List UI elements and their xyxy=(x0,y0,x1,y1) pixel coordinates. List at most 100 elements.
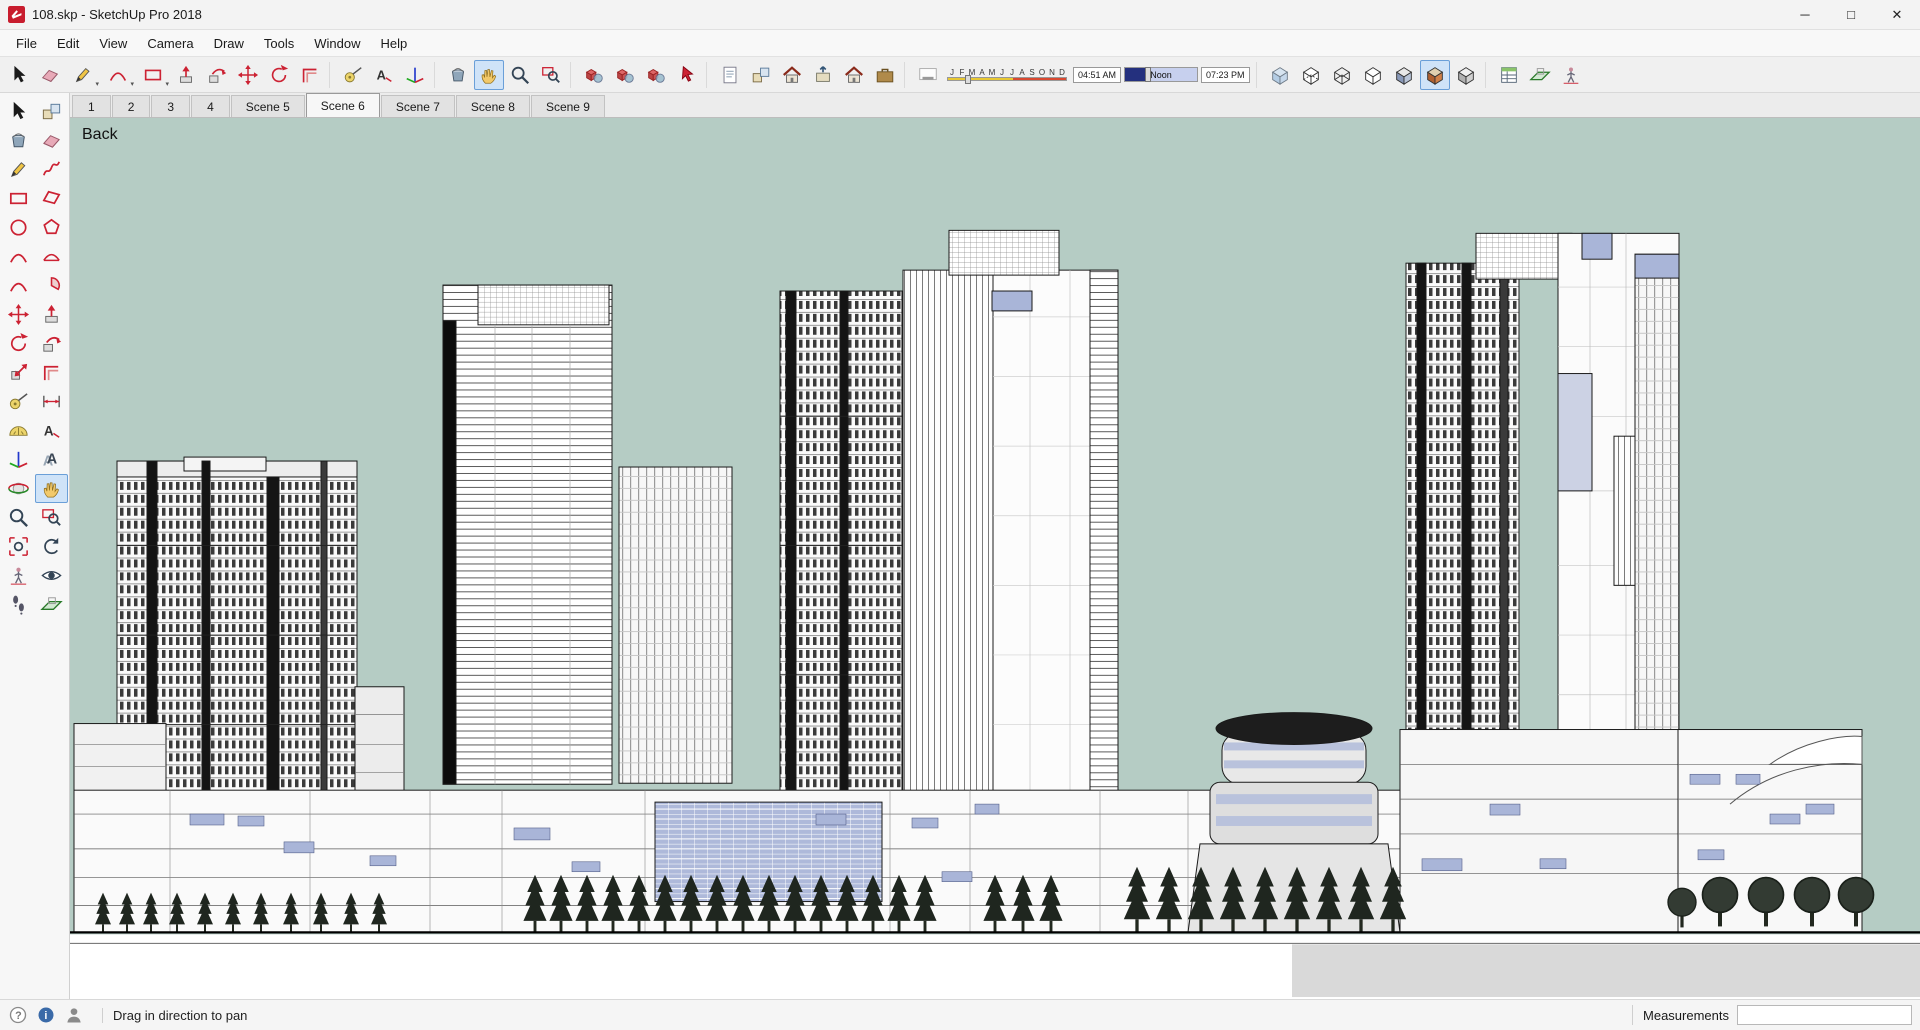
walk-tool-button[interactable] xyxy=(2,590,35,619)
scene-tab-1[interactable]: 1 xyxy=(72,95,111,117)
style-hidden-line-button[interactable] xyxy=(1358,60,1388,90)
account-button[interactable] xyxy=(64,1005,84,1025)
instructor-button[interactable] xyxy=(36,1005,56,1025)
axes-tool-button[interactable] xyxy=(400,60,430,90)
zoom-tool-button[interactable] xyxy=(2,503,35,532)
style-xray-button[interactable] xyxy=(1265,60,1295,90)
style-shaded-button[interactable] xyxy=(1389,60,1419,90)
arc-tool-button[interactable]: ▾ xyxy=(101,60,135,90)
follow-me-tool-button[interactable] xyxy=(35,329,68,358)
shadows-toggle-button[interactable] xyxy=(913,60,943,90)
pie-tool-button[interactable] xyxy=(35,271,68,300)
arc-tool-button[interactable] xyxy=(2,242,35,271)
model-viewport[interactable]: Back xyxy=(70,118,1920,999)
scene-tab-2[interactable]: 2 xyxy=(111,95,151,117)
measurements-input[interactable] xyxy=(1737,1005,1912,1025)
dropdown-caret-icon[interactable]: ▾ xyxy=(130,80,134,88)
section-plane-button[interactable] xyxy=(35,590,68,619)
text-tool-button[interactable] xyxy=(369,60,399,90)
paint-bucket-button[interactable] xyxy=(443,60,473,90)
axes-tool-button[interactable] xyxy=(2,445,35,474)
rectangle-tool-button[interactable]: ▾ xyxy=(136,60,170,90)
dimension-tool-button[interactable] xyxy=(35,387,68,416)
section-plane-button[interactable] xyxy=(1525,60,1555,90)
scale-tool-button[interactable] xyxy=(2,358,35,387)
time-slider-track[interactable]: Noon xyxy=(1124,67,1199,82)
protractor-tool-button[interactable] xyxy=(2,416,35,445)
interact-tool-button[interactable] xyxy=(672,60,702,90)
three-point-arc-button[interactable] xyxy=(2,271,35,300)
position-camera-button[interactable] xyxy=(1556,60,1586,90)
help-button[interactable] xyxy=(8,1005,28,1025)
push-pull-tool-button[interactable] xyxy=(35,300,68,329)
tape-measure-button[interactable] xyxy=(2,387,35,416)
line-tool-button[interactable]: ▾ xyxy=(66,60,100,90)
move-tool-button[interactable] xyxy=(2,300,35,329)
make-component-button[interactable] xyxy=(35,97,68,126)
tape-measure-button[interactable] xyxy=(338,60,368,90)
eraser-tool-button[interactable] xyxy=(35,126,68,155)
close-button[interactable]: ✕ xyxy=(1874,0,1920,30)
two-point-arc-button[interactable] xyxy=(35,242,68,271)
dropdown-caret-icon[interactable]: ▾ xyxy=(95,80,99,88)
date-slider-thumb[interactable] xyxy=(964,75,971,84)
scene-tab-6[interactable]: Scene 6 xyxy=(305,93,380,117)
maximize-button[interactable]: □ xyxy=(1828,0,1874,30)
zoom-window-button[interactable] xyxy=(35,503,68,532)
look-around-button[interactable] xyxy=(35,561,68,590)
position-camera-button[interactable] xyxy=(2,561,35,590)
solid-outer-shell-button[interactable] xyxy=(579,60,609,90)
get-models-button[interactable] xyxy=(715,60,745,90)
offset-tool-button[interactable] xyxy=(295,60,325,90)
style-monochrome-button[interactable] xyxy=(1451,60,1481,90)
dropdown-caret-icon[interactable]: ▾ xyxy=(165,80,169,88)
zoom-window-button[interactable] xyxy=(536,60,566,90)
circle-tool-button[interactable] xyxy=(2,213,35,242)
solid-union-button[interactable] xyxy=(610,60,640,90)
menu-draw[interactable]: Draw xyxy=(204,32,254,55)
freehand-tool-button[interactable] xyxy=(35,155,68,184)
push-pull-tool-button[interactable] xyxy=(171,60,201,90)
zoom-extents-button[interactable] xyxy=(2,532,35,561)
paint-bucket-button[interactable] xyxy=(2,126,35,155)
style-back-edges-button[interactable] xyxy=(1296,60,1326,90)
scene-tab-4[interactable]: 4 xyxy=(191,95,230,117)
components-button[interactable] xyxy=(746,60,776,90)
shadow-date-slider[interactable]: JFMAMJJASOND xyxy=(947,68,1067,84)
rectangle-tool-button[interactable] xyxy=(2,184,35,213)
extension-warehouse-button[interactable] xyxy=(870,60,900,90)
text-tool-button[interactable] xyxy=(35,416,68,445)
polygon-tool-button[interactable] xyxy=(35,213,68,242)
pan-tool-button[interactable] xyxy=(474,59,504,90)
pan-tool-button[interactable] xyxy=(34,474,68,503)
eraser-tool-button[interactable] xyxy=(35,60,65,90)
generate-report-button[interactable] xyxy=(1494,60,1524,90)
follow-me-tool-button[interactable] xyxy=(202,60,232,90)
minimize-button[interactable]: ─ xyxy=(1782,0,1828,30)
previous-view-button[interactable] xyxy=(35,532,68,561)
date-slider-track[interactable] xyxy=(947,75,1067,84)
menu-tools[interactable]: Tools xyxy=(254,32,304,55)
3d-text-tool-button[interactable] xyxy=(35,445,68,474)
select-tool-button[interactable] xyxy=(4,60,34,90)
share-component-button[interactable] xyxy=(839,60,869,90)
move-tool-button[interactable] xyxy=(233,60,263,90)
scene-tab-9[interactable]: Scene 9 xyxy=(530,95,605,117)
scene-tab-8[interactable]: Scene 8 xyxy=(455,95,530,117)
menu-help[interactable]: Help xyxy=(371,32,418,55)
solid-subtract-button[interactable] xyxy=(641,60,671,90)
menu-view[interactable]: View xyxy=(89,32,137,55)
scene-tab-3[interactable]: 3 xyxy=(151,95,191,117)
menu-camera[interactable]: Camera xyxy=(137,32,203,55)
select-tool-button[interactable] xyxy=(2,97,35,126)
rotate-tool-button[interactable] xyxy=(264,60,294,90)
rotated-rectangle-button[interactable] xyxy=(35,184,68,213)
style-wireframe-button[interactable] xyxy=(1327,60,1357,90)
time-slider-thumb[interactable] xyxy=(1145,67,1152,82)
rotate-tool-button[interactable] xyxy=(2,329,35,358)
share-model-button[interactable] xyxy=(808,60,838,90)
style-shaded-textures-button[interactable] xyxy=(1419,59,1450,90)
menu-file[interactable]: File xyxy=(6,32,47,55)
line-tool-button[interactable] xyxy=(2,155,35,184)
warehouse-button[interactable] xyxy=(777,60,807,90)
